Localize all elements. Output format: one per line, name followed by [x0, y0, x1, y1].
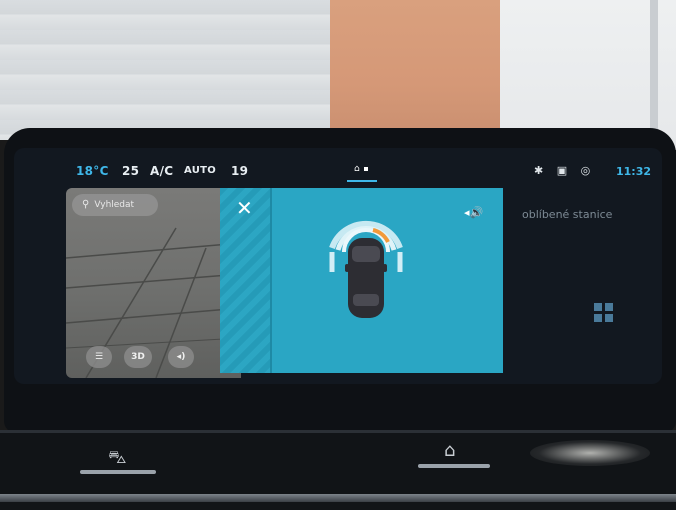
car-mirror-left — [345, 264, 349, 272]
map-search-input[interactable]: ⚲ Vyhledat — [72, 194, 158, 216]
temp-right[interactable]: 19 — [231, 164, 248, 178]
status-icons: ✱ ▣ ◎ — [534, 164, 600, 177]
home-button-bar — [418, 464, 490, 468]
auto-button[interactable]: AUTO — [184, 165, 216, 176]
dashboard-scene: 18°C 25 A/C AUTO 19 ⌂ ✱ ▣ ◎ 11:32 ⚲ Vyhl… — [0, 0, 676, 510]
car-windshield — [352, 246, 380, 262]
fan-speed[interactable]: 25 — [122, 164, 139, 178]
car-icon: ⛍ — [108, 447, 127, 468]
car-hardware-button[interactable]: ⛍ — [108, 447, 127, 471]
infotainment-screen: 18°C 25 A/C AUTO 19 ⌂ ✱ ▣ ◎ 11:32 ⚲ Vyhl… — [14, 148, 662, 384]
car-icon: ▣ — [556, 164, 568, 177]
background-window-blinds — [0, 0, 335, 140]
home-tab[interactable]: ⌂ — [354, 164, 368, 174]
home-tab-indicator — [347, 180, 377, 182]
light-reflection — [530, 440, 650, 466]
parking-sound-button[interactable]: ◂🔊 — [464, 206, 483, 219]
home-hardware-button[interactable]: ⌂ — [444, 440, 455, 461]
car-button-bar — [80, 470, 156, 474]
menu-icon: ☰ — [94, 352, 104, 362]
car-sensor-graphic — [329, 220, 403, 318]
parking-sensor-panel: ✕ ◂🔊 — [220, 188, 503, 373]
chrome-trim — [0, 494, 676, 502]
background-wall — [330, 0, 505, 140]
map-3d-button[interactable]: 3D — [124, 346, 152, 368]
favorites-title: oblíbené stanice — [522, 208, 613, 221]
home-favorites-panel: oblíbené stanice — [494, 188, 654, 378]
map-sound-button[interactable]: ◂) — [168, 346, 194, 368]
home-icon: ⌂ — [444, 440, 456, 461]
car-mirror-right — [383, 264, 387, 272]
bluetooth-icon: ✱ — [534, 164, 544, 177]
location-icon: ◎ — [580, 164, 591, 177]
temp-left[interactable]: 18°C — [76, 164, 109, 178]
map-menu-button[interactable]: ☰ — [86, 346, 112, 368]
clock: 11:32 — [616, 165, 652, 178]
ac-button[interactable]: A/C — [150, 164, 173, 178]
panel-divider — [270, 188, 272, 373]
page-dot — [363, 166, 368, 171]
search-placeholder: Vyhledat — [94, 200, 135, 210]
home-icon: ⌂ — [354, 164, 360, 174]
apps-grid-icon[interactable] — [594, 303, 614, 323]
status-bar: 18°C 25 A/C AUTO 19 ⌂ ✱ ▣ ◎ 11:32 — [14, 158, 662, 184]
speaker-icon: ◂) — [176, 352, 186, 362]
close-button[interactable]: ✕ — [236, 198, 253, 218]
car-rear-window — [353, 294, 379, 306]
search-icon: ⚲ — [82, 199, 90, 210]
